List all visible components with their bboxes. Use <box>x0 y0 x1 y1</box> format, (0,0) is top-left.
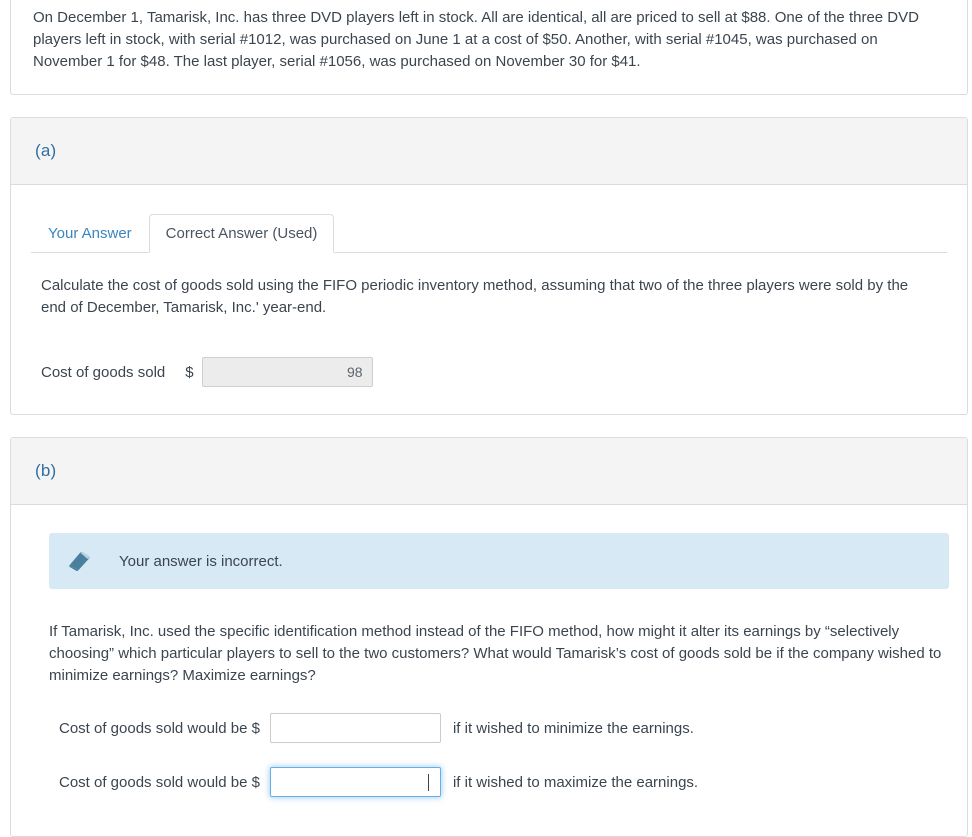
part-a-body: Your Answer Correct Answer (Used) Calcul… <box>11 209 967 387</box>
part-a-header: (a) <box>11 118 967 185</box>
tab-your-answer[interactable]: Your Answer <box>31 214 149 253</box>
part-b-minimize-row: Cost of goods sold would be $ if it wish… <box>59 713 937 743</box>
part-b-maximize-row: Cost of goods sold would be $ if it wish… <box>59 767 937 797</box>
part-b-card: (b) Your answer is incorrect. If Tamaris… <box>10 437 968 837</box>
minimize-input-wrap <box>260 713 441 743</box>
cost-of-goods-sold-input[interactable] <box>201 357 373 387</box>
part-b-label: (b) <box>35 461 57 480</box>
part-a-card: (a) Your Answer Correct Answer (Used) Ca… <box>10 117 968 415</box>
problem-statement-text: On December 1, Tamarisk, Inc. has three … <box>33 9 919 70</box>
part-b-body: Your answer is incorrect. If Tamarisk, I… <box>11 505 967 797</box>
part-a-input-wrap <box>201 357 373 387</box>
eraser-icon <box>67 548 93 574</box>
cost-maximize-input[interactable] <box>269 767 441 797</box>
part-b-header: (b) <box>11 438 967 505</box>
part-a-tablist: Your Answer Correct Answer (Used) <box>31 209 947 253</box>
maximize-input-suffix: if it wished to maximize the earnings. <box>452 773 699 791</box>
maximize-input-label: Cost of goods sold would be $ <box>59 773 260 791</box>
part-b-question-text: If Tamarisk, Inc. used the specific iden… <box>49 623 942 684</box>
part-a-tabpanel: Calculate the cost of goods sold using t… <box>11 253 967 387</box>
incorrect-answer-text: Your answer is incorrect. <box>119 552 283 570</box>
maximize-input-wrap <box>260 767 441 797</box>
text-caret <box>427 774 429 791</box>
minimize-input-label: Cost of goods sold would be $ <box>59 719 260 737</box>
problem-statement-card: On December 1, Tamarisk, Inc. has three … <box>10 0 968 95</box>
part-a-label: (a) <box>35 141 57 160</box>
cost-minimize-input[interactable] <box>269 713 441 743</box>
dollar-sign-a: $ <box>185 363 194 381</box>
cost-of-goods-sold-label: Cost of goods sold <box>41 363 166 381</box>
tab-correct-answer-used[interactable]: Correct Answer (Used) <box>148 214 335 253</box>
part-a-answer-row: Cost of goods sold $ <box>41 357 937 387</box>
incorrect-answer-alert: Your answer is incorrect. <box>49 533 949 589</box>
minimize-input-suffix: if it wished to minimize the earnings. <box>452 719 694 737</box>
part-a-question-text: Calculate the cost of goods sold using t… <box>41 277 909 316</box>
page-root: On December 1, Tamarisk, Inc. has three … <box>0 0 972 837</box>
